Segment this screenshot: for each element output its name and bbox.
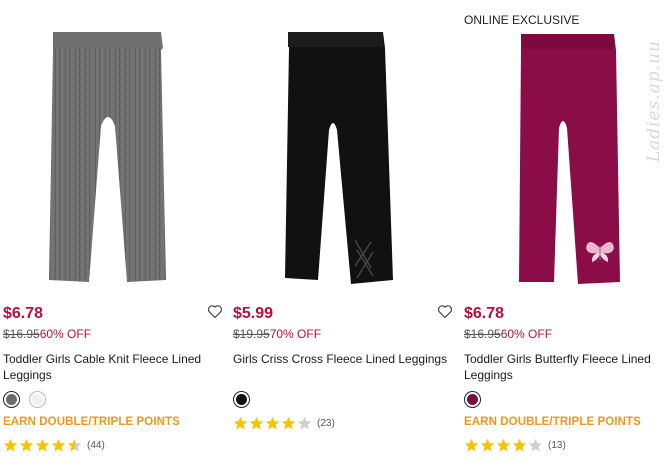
product-image[interactable]	[464, 30, 666, 290]
price-details: $19.9570% OFF	[233, 327, 321, 341]
product-name-link[interactable]: Girls Criss Cross Fleece Lined Leggings	[233, 351, 453, 367]
color-swatches	[464, 391, 481, 408]
star-rating: (44)	[3, 438, 105, 453]
star-rating: (13)	[464, 438, 566, 453]
star-rating: (23)	[233, 416, 335, 431]
product-image[interactable]	[233, 30, 459, 290]
star-icon	[512, 438, 527, 452]
product-card[interactable]: ONLINE EXCLUSIVE $6.78 $16.9560% OFF Tod…	[464, 0, 666, 470]
color-swatches	[233, 391, 250, 408]
heart-outline-icon[interactable]	[437, 304, 453, 319]
product-card[interactable]: $5.99 $19.9570% OFF Girls Criss Cross Fl…	[233, 0, 459, 470]
sale-price: $5.99	[233, 305, 274, 322]
product-name-link[interactable]: Toddler Girls Butterfly Fleece Lined Leg…	[464, 351, 666, 383]
star-icon	[480, 438, 495, 452]
original-price: $19.95	[233, 327, 270, 341]
star-empty-icon	[528, 438, 543, 452]
star-icon	[3, 438, 18, 452]
star-icon	[51, 438, 66, 452]
discount-label: 60% OFF	[500, 327, 553, 341]
star-icon	[233, 416, 248, 430]
heart-outline-icon[interactable]	[207, 304, 223, 319]
price-details: $16.9560% OFF	[464, 327, 552, 341]
color-swatch-black[interactable]	[233, 391, 250, 408]
rewards-points-label: EARN DOUBLE/TRIPLE POINTS	[3, 416, 180, 428]
color-swatch-gray[interactable]	[3, 391, 20, 408]
discount-label: 60% OFF	[39, 327, 92, 341]
original-price: $16.95	[3, 327, 40, 341]
original-price: $16.95	[464, 327, 501, 341]
star-icon	[281, 416, 296, 430]
price-details: $16.9560% OFF	[3, 327, 91, 341]
star-icon	[249, 416, 264, 430]
star-icon	[496, 438, 511, 452]
review-count[interactable]: (13)	[548, 440, 566, 451]
product-card[interactable]: $6.78 $16.9560% OFF Toddler Girls Cable …	[3, 0, 229, 470]
review-count[interactable]: (23)	[317, 418, 335, 429]
sale-price: $6.78	[464, 305, 505, 322]
star-icon	[35, 438, 50, 452]
color-swatch-cream[interactable]	[29, 391, 46, 408]
rewards-points-label: EARN DOUBLE/TRIPLE POINTS	[464, 416, 641, 428]
star-empty-icon	[297, 416, 312, 430]
star-half-icon	[67, 438, 82, 452]
discount-label: 70% OFF	[269, 327, 322, 341]
color-swatch-burgundy[interactable]	[464, 391, 481, 408]
color-swatches	[3, 391, 46, 408]
sale-price: $6.78	[3, 305, 44, 322]
star-icon	[265, 416, 280, 430]
star-icon	[19, 438, 34, 452]
star-icon	[464, 438, 479, 452]
product-name-link[interactable]: Toddler Girls Cable Knit Fleece Lined Le…	[3, 351, 223, 383]
review-count[interactable]: (44)	[87, 440, 105, 451]
product-image[interactable]	[3, 30, 229, 290]
online-exclusive-badge: ONLINE EXCLUSIVE	[464, 13, 580, 27]
